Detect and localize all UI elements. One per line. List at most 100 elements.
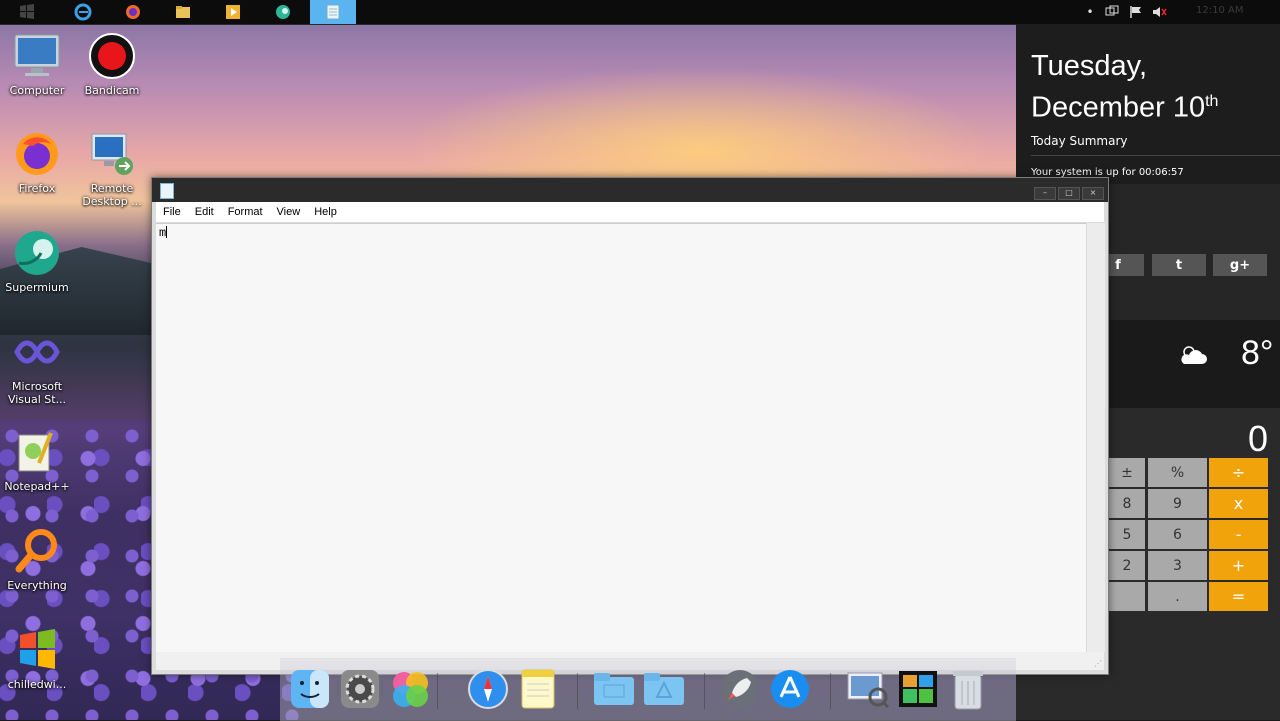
desktop-icon-computer[interactable]: Computer xyxy=(1,32,73,97)
notepad-window: – □ × File Edit Format View Help m ⋰ xyxy=(151,177,1109,675)
desktop-icon-chilledwindows[interactable]: chilledwi... xyxy=(1,626,73,691)
date-day: December 10 xyxy=(1031,91,1206,124)
menu-file[interactable]: File xyxy=(156,206,188,218)
notepad-content: m xyxy=(159,226,168,240)
game-center-icon xyxy=(393,672,428,707)
bandicam-icon xyxy=(88,32,136,80)
everything-icon xyxy=(13,527,61,575)
calculator-key[interactable]: 6 xyxy=(1148,520,1207,549)
menu-view[interactable]: View xyxy=(270,206,308,218)
dock-folder[interactable] xyxy=(592,667,636,711)
calculator-key[interactable] xyxy=(1109,582,1145,611)
dock-preview[interactable] xyxy=(846,667,890,711)
folder-icon xyxy=(176,6,190,18)
desktop-icon-remote-desktop[interactable]: Remote Desktop ... xyxy=(76,130,148,208)
folder-icon xyxy=(594,673,634,705)
desktop-icon-supermium[interactable]: Supermium xyxy=(1,229,73,294)
twitter-button[interactable]: t xyxy=(1152,254,1206,276)
photo-booth-icon xyxy=(899,671,937,707)
summary-divider xyxy=(1031,155,1280,156)
start-button[interactable] xyxy=(4,0,50,24)
dock-launchpad[interactable] xyxy=(718,667,762,711)
calculator-key[interactable]: . xyxy=(1148,582,1207,611)
cloud-sun-icon xyxy=(1178,344,1208,370)
calculator-key[interactable]: 5 xyxy=(1109,520,1145,549)
tray-volume-muted-icon[interactable] xyxy=(1152,4,1168,20)
taskbar: • 12:10 AM xyxy=(0,0,1280,25)
calculator-key[interactable]: 3 xyxy=(1148,551,1207,580)
dock-system-preferences[interactable] xyxy=(338,667,382,711)
calculator-key[interactable]: x xyxy=(1209,489,1268,518)
dock-safari[interactable] xyxy=(466,667,510,711)
date-display: Tuesday, December 10th xyxy=(1031,48,1218,126)
notepadpp-icon xyxy=(13,428,61,476)
dock-applications-folder[interactable] xyxy=(642,667,686,711)
safari-icon xyxy=(468,669,508,709)
calculator-key[interactable]: 2 xyxy=(1109,551,1145,580)
firefox-icon xyxy=(13,130,61,178)
tray-dot-icon[interactable]: • xyxy=(1082,4,1098,20)
dock-photo-booth[interactable] xyxy=(896,667,940,711)
trash-icon xyxy=(953,671,983,710)
applications-folder-icon xyxy=(644,673,684,705)
minimize-icon: – xyxy=(1043,188,1047,197)
desktop-icon-visual-studio[interactable]: Microsoft Visual St... xyxy=(1,328,73,406)
calculator-key[interactable]: % xyxy=(1148,458,1207,487)
twitter-icon: t xyxy=(1175,257,1183,273)
dock-finder[interactable] xyxy=(288,667,332,711)
desktop-icon-label: Microsoft Visual St... xyxy=(7,380,67,406)
temperature: 8° xyxy=(1241,334,1274,372)
notepad-icon xyxy=(160,183,174,199)
maximize-button[interactable]: □ xyxy=(1058,187,1080,200)
dock-app-store[interactable] xyxy=(768,667,812,711)
dock-notes[interactable] xyxy=(516,667,560,711)
date-weekday: Tuesday, xyxy=(1031,50,1148,82)
system-preferences-icon xyxy=(341,670,379,708)
taskbar-file-explorer[interactable] xyxy=(160,0,206,24)
minimize-button[interactable]: – xyxy=(1034,187,1056,200)
notepad-text-area[interactable]: m xyxy=(156,223,1086,653)
dock-separator xyxy=(704,673,705,709)
taskbar-internet-explorer[interactable] xyxy=(60,0,106,24)
tray-network-icon[interactable] xyxy=(1104,4,1120,20)
calculator-key[interactable]: 9 xyxy=(1148,489,1207,518)
calculator-key[interactable]: = xyxy=(1209,582,1268,611)
maximize-icon: □ xyxy=(1065,188,1073,197)
dock xyxy=(280,658,1016,721)
desktop-icon-notepadpp[interactable]: Notepad++ xyxy=(1,428,73,493)
dock-game-center[interactable] xyxy=(388,667,432,711)
taskbar-firefox[interactable] xyxy=(110,0,156,24)
menu-edit[interactable]: Edit xyxy=(188,206,221,218)
computer-icon xyxy=(13,32,61,80)
vertical-scrollbar[interactable] xyxy=(1086,223,1105,652)
desktop-icon-label: chilledwi... xyxy=(7,678,67,691)
preview-icon xyxy=(847,672,890,709)
desktop-icon-label: Computer xyxy=(9,84,65,97)
tray-clock[interactable]: 12:10 AM xyxy=(1196,5,1243,16)
calculator-key[interactable]: ± xyxy=(1109,458,1145,487)
calculator-key[interactable]: - xyxy=(1209,520,1268,549)
calculator-key[interactable]: 8 xyxy=(1109,489,1145,518)
desktop-icon-bandicam[interactable]: Bandicam xyxy=(76,32,148,97)
menu-help[interactable]: Help xyxy=(307,206,344,218)
dock-trash[interactable] xyxy=(946,667,990,711)
close-button[interactable]: × xyxy=(1082,187,1104,200)
menu-format[interactable]: Format xyxy=(221,206,270,218)
calculator-key[interactable]: + xyxy=(1209,551,1268,580)
notes-icon xyxy=(521,669,555,709)
tray-flag-icon[interactable] xyxy=(1128,4,1144,20)
close-icon: × xyxy=(1089,188,1097,197)
taskbar-notepad[interactable] xyxy=(310,0,356,24)
desktop-icon-firefox[interactable]: Firefox xyxy=(1,130,73,195)
google-plus-icon: g+ xyxy=(1229,257,1251,273)
desktop-icon-everything[interactable]: Everything xyxy=(1,527,73,592)
google-plus-button[interactable]: g+ xyxy=(1213,254,1267,276)
resize-grip-icon[interactable]: ⋰ xyxy=(1094,659,1102,668)
calculator-key[interactable]: ÷ xyxy=(1209,458,1268,487)
notepad-titlebar[interactable]: – □ × xyxy=(152,178,1108,202)
taskbar-media-player[interactable] xyxy=(210,0,256,24)
launchpad-icon xyxy=(721,670,759,708)
facebook-icon: f xyxy=(1115,257,1121,273)
taskbar-supermium[interactable] xyxy=(260,0,306,24)
app-store-icon xyxy=(771,670,809,708)
